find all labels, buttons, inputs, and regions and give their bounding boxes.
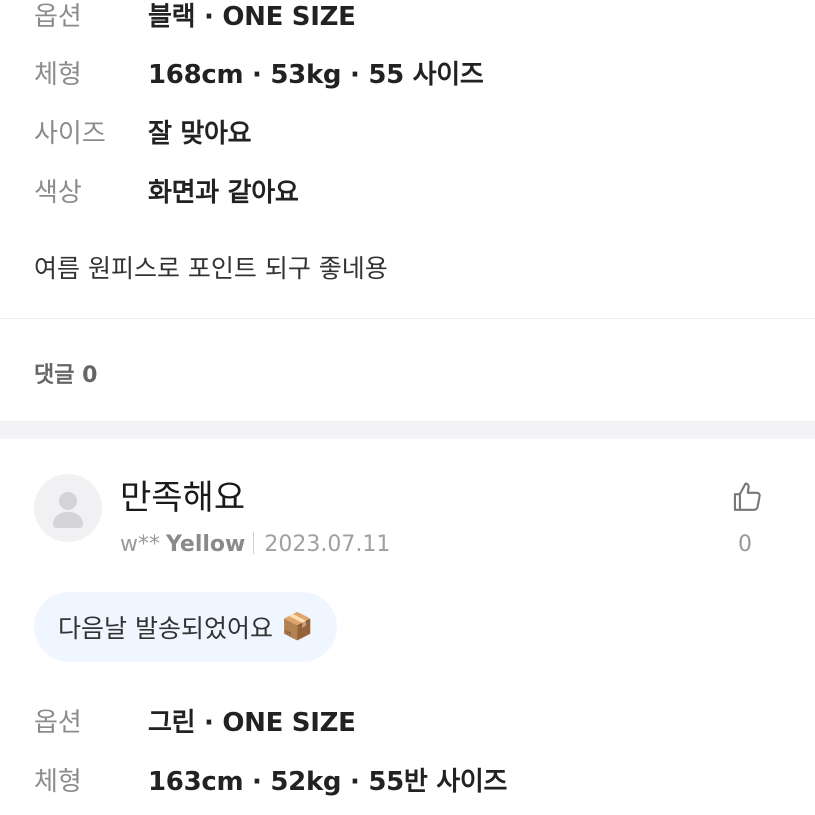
avatar [34,474,102,542]
detail-key-body: 체형 [34,767,82,797]
detail-key-size: 사이즈 [34,119,106,149]
avatar-placeholder-icon [59,492,77,510]
detail-key-option: 옵션 [34,2,82,32]
detail-value-body: 163cm · 52kg · 55반 사이즈 [148,767,508,797]
detail-value-option: 블랙 · ONE SIZE [148,2,356,32]
like-button[interactable] [730,480,764,514]
review-date: 2023.07.11 [264,532,391,557]
review-meta: w** Yellow 2023.07.11 [120,532,390,557]
shipping-tag-label: 다음날 발송되었어요 [58,614,273,643]
section-separator [0,421,815,439]
detail-key-option: 옵션 [34,708,82,738]
comments-button[interactable]: 댓글 0 [34,357,97,389]
detail-value-option: 그린 · ONE SIZE [148,708,356,738]
meta-separator [253,532,255,554]
divider [0,318,815,319]
detail-key-color: 색상 [34,178,82,208]
member-grade: Yellow [166,532,246,557]
review-title: 만족해요 [120,478,246,518]
thumbs-up-icon [733,482,761,511]
like-count: 0 [738,532,752,557]
package-icon: 📦 [280,612,314,642]
review-body-text: 여름 원피스로 포인트 되구 좋네용 [34,254,388,283]
detail-value-size: 잘 맞아요 [148,119,252,149]
detail-key-body: 체형 [34,60,82,90]
reviewer-name: w** [120,532,160,557]
shipping-tag: 다음날 발송되었어요 📦 [34,592,338,662]
detail-value-body: 168cm · 53kg · 55 사이즈 [148,60,484,90]
detail-value-color: 화면과 같아요 [148,178,299,208]
